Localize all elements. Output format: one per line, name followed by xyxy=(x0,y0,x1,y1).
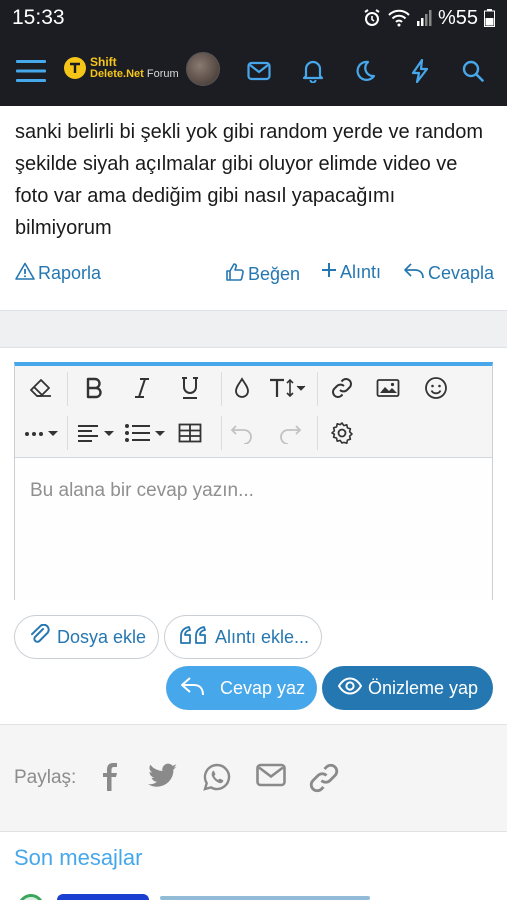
status-time: 15:33 xyxy=(12,6,65,29)
post-body: sanki belirli bi şekli yok gibi random y… xyxy=(15,121,483,239)
list-icon[interactable] xyxy=(123,413,169,453)
attach-files-label: Dosya ekle xyxy=(57,626,147,647)
insert-quotes-button[interactable]: Alıntı ekle... xyxy=(164,615,322,659)
logo-suffix: Forum xyxy=(146,68,179,80)
post-reply-button[interactable]: Cevap yaz xyxy=(166,666,317,710)
logo-line1: Shift xyxy=(90,55,117,69)
bell-icon[interactable] xyxy=(293,51,333,91)
font-size-icon[interactable] xyxy=(267,368,309,408)
alarm-icon xyxy=(362,8,382,28)
search-icon[interactable] xyxy=(453,51,493,91)
underline-icon[interactable] xyxy=(175,368,205,408)
insert-quotes-label: Alıntı ekle... xyxy=(215,626,310,647)
reply-label: Cevapla xyxy=(428,263,495,283)
reply-textarea[interactable]: Bu alana bir cevap yazın... xyxy=(15,458,492,600)
attach-files-button[interactable]: Dosya ekle xyxy=(14,615,159,659)
twitter-icon[interactable] xyxy=(148,763,178,794)
reply-editor: Bu alana bir cevap yazın... xyxy=(14,362,493,600)
app-header: Shift Delete.Net Forum xyxy=(0,36,507,106)
text-color-icon[interactable] xyxy=(227,368,257,408)
eye-icon xyxy=(337,676,363,700)
editor-toolbar xyxy=(15,366,492,458)
paperclip-icon xyxy=(29,623,51,651)
undo-icon[interactable] xyxy=(227,413,257,453)
recent-messages-heading: Son mesajlar xyxy=(14,845,143,870)
redo-icon[interactable] xyxy=(275,413,305,453)
warning-icon xyxy=(15,262,35,285)
recent-messages-preview xyxy=(0,890,507,900)
share-section: Paylaş: xyxy=(0,724,507,832)
user-avatar[interactable] xyxy=(186,52,220,86)
preview-button[interactable]: Önizleme yap xyxy=(322,666,493,710)
post-actions: Raporla Beğen Alıntı Cevapla xyxy=(0,262,507,288)
whatsapp-icon[interactable] xyxy=(203,763,231,796)
logo-brand: Delete.Net xyxy=(90,68,144,80)
align-icon[interactable] xyxy=(75,413,117,453)
reply-icon xyxy=(180,675,206,702)
email-icon[interactable] xyxy=(256,763,286,792)
italic-icon[interactable] xyxy=(127,368,157,408)
like-label: Beğen xyxy=(248,264,301,284)
preview-label: Önizleme yap xyxy=(368,677,479,698)
editor-placeholder: Bu alana bir cevap yazın... xyxy=(30,480,254,501)
status-bar: 15:33 %55 xyxy=(0,0,507,36)
more-options-icon[interactable] xyxy=(23,413,63,453)
post-reply-label: Cevap yaz xyxy=(220,677,306,698)
quote-link[interactable]: Alıntı xyxy=(321,262,381,283)
eraser-icon[interactable] xyxy=(25,368,57,408)
bold-icon[interactable] xyxy=(79,368,109,408)
quote-label: Alıntı xyxy=(340,262,382,282)
battery-icon xyxy=(484,9,495,27)
wifi-icon xyxy=(388,9,410,27)
reply-link[interactable]: Cevapla xyxy=(403,262,494,285)
reply-arrow-icon xyxy=(403,262,425,285)
plus-icon xyxy=(321,262,337,283)
image-icon[interactable] xyxy=(373,368,403,408)
signal-icon xyxy=(416,9,432,27)
menu-icon[interactable] xyxy=(11,51,51,91)
battery-level: %55 xyxy=(437,6,478,29)
like-link[interactable]: Beğen xyxy=(225,262,300,287)
inbox-icon[interactable] xyxy=(239,51,279,91)
facebook-icon[interactable] xyxy=(100,763,120,796)
quote-marks-icon xyxy=(179,624,207,651)
gear-icon[interactable] xyxy=(327,413,357,453)
share-link-icon[interactable] xyxy=(309,763,339,798)
smiley-icon[interactable] xyxy=(421,368,451,408)
report-link[interactable]: Raporla xyxy=(15,262,101,285)
thumbs-up-icon xyxy=(225,262,245,287)
link-icon[interactable] xyxy=(327,368,357,408)
share-label: Paylaş: xyxy=(14,767,77,788)
report-label: Raporla xyxy=(38,263,102,283)
table-icon[interactable] xyxy=(175,413,205,453)
lightning-icon[interactable] xyxy=(400,51,440,91)
site-logo[interactable]: Shift Delete.Net Forum xyxy=(64,56,179,80)
section-divider xyxy=(0,310,507,348)
moon-icon[interactable] xyxy=(345,51,385,91)
logo-mark-icon xyxy=(64,57,86,79)
